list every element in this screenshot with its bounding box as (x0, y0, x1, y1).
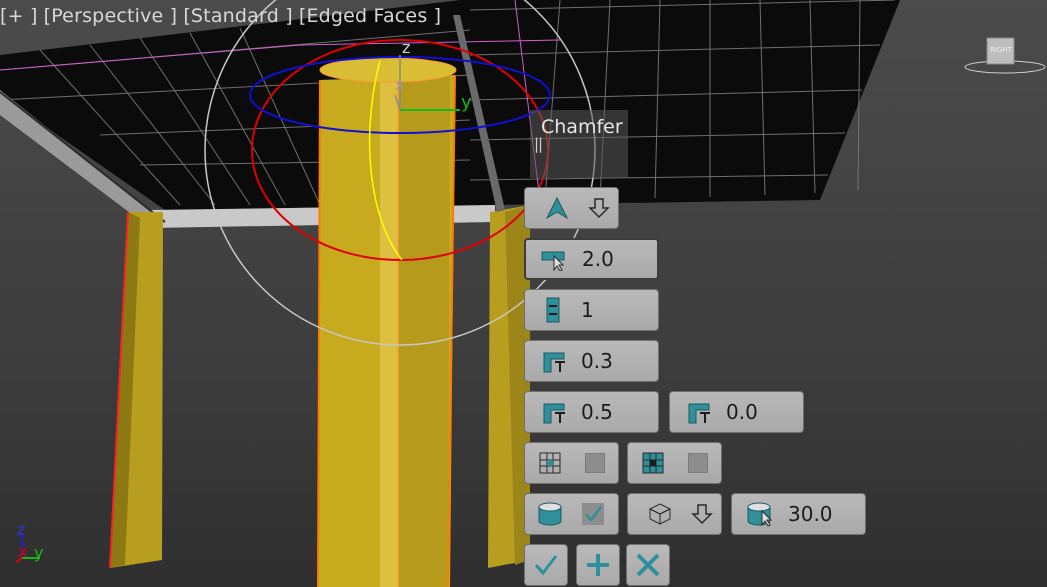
cylinder-icon (538, 502, 562, 526)
smooth-threshold-icon (747, 502, 773, 527)
chamfer-mode-icon (545, 196, 569, 220)
mitering-toggle[interactable] (585, 453, 605, 473)
threshold-value[interactable]: 30.0 (788, 502, 833, 526)
end-bias-field[interactable]: 0.0 (669, 391, 804, 433)
tripod-x-label: x (18, 542, 28, 561)
caddy-grip[interactable]: || (534, 135, 543, 153)
chevron-down-icon[interactable] (691, 503, 713, 525)
chevron-down-icon[interactable] (588, 197, 610, 219)
amount-value[interactable]: 2.0 (582, 247, 614, 271)
segments-value[interactable]: 1 (581, 298, 594, 322)
viewport-menu-plus[interactable]: [+ ] (0, 5, 38, 27)
viewport-label[interactable]: [+ ] [Perspective ] [Standard ] [Edged Face… (0, 5, 447, 27)
smooth-button[interactable] (524, 493, 619, 535)
smooth-checkbox[interactable] (582, 503, 604, 525)
caddy-title-bar[interactable]: Chamfer || (530, 110, 628, 178)
depth-field[interactable]: 0.5 (524, 391, 659, 433)
depth-icon (543, 403, 565, 424)
grid-icon (539, 452, 561, 474)
ok-button[interactable] (524, 544, 568, 586)
viewcube-label[interactable]: RIGHT (990, 46, 1012, 54)
grid-icon (642, 452, 664, 474)
gizmo-x-label: x (395, 76, 404, 94)
perspective-viewport[interactable]: [+ ] [Perspective ] [Standard ] [Edged Face… (0, 0, 1047, 587)
tripod-z-label: z (17, 520, 26, 539)
end-bias-icon (688, 403, 710, 424)
close-icon (636, 553, 660, 577)
axis-tripod: z x y (10, 520, 60, 570)
viewcube-icon (964, 37, 1046, 74)
caddy-title: Chamfer (541, 116, 623, 138)
plus-icon (587, 554, 609, 576)
segments-field[interactable]: 1 (524, 289, 659, 331)
end-bias-value[interactable]: 0.0 (726, 400, 758, 424)
gizmo-y-label: y (461, 92, 472, 113)
tension-value[interactable]: 0.3 (581, 349, 613, 373)
apply-button[interactable] (576, 544, 620, 586)
patch-button[interactable] (627, 442, 722, 484)
amount-icon (541, 251, 565, 271)
cube-icon (648, 503, 672, 525)
checkmark-icon (534, 555, 558, 576)
depth-value[interactable]: 0.5 (581, 400, 613, 424)
smooth-type-button[interactable] (627, 493, 722, 535)
tripod-y-label: y (34, 543, 44, 562)
tension-field[interactable]: 0.3 (524, 340, 659, 382)
cancel-button[interactable] (626, 544, 670, 586)
viewport-pov-label[interactable]: [Perspective ] (44, 5, 178, 27)
patch-toggle[interactable] (688, 453, 708, 473)
segments-icon (546, 297, 560, 323)
gizmo-z-label: z (402, 38, 411, 57)
mitering-button[interactable] (524, 442, 619, 484)
smooth-threshold-field[interactable]: 30.0 (731, 493, 866, 535)
viewport-stdandard-label[interactable]: [Standard ] (183, 5, 293, 27)
tension-icon (543, 352, 565, 373)
viewport-shading-label[interactable]: [Edged Faces ] (299, 5, 441, 27)
amount-field[interactable]: 2.0 (524, 238, 659, 280)
chamfer-mode-button[interactable] (524, 187, 619, 229)
